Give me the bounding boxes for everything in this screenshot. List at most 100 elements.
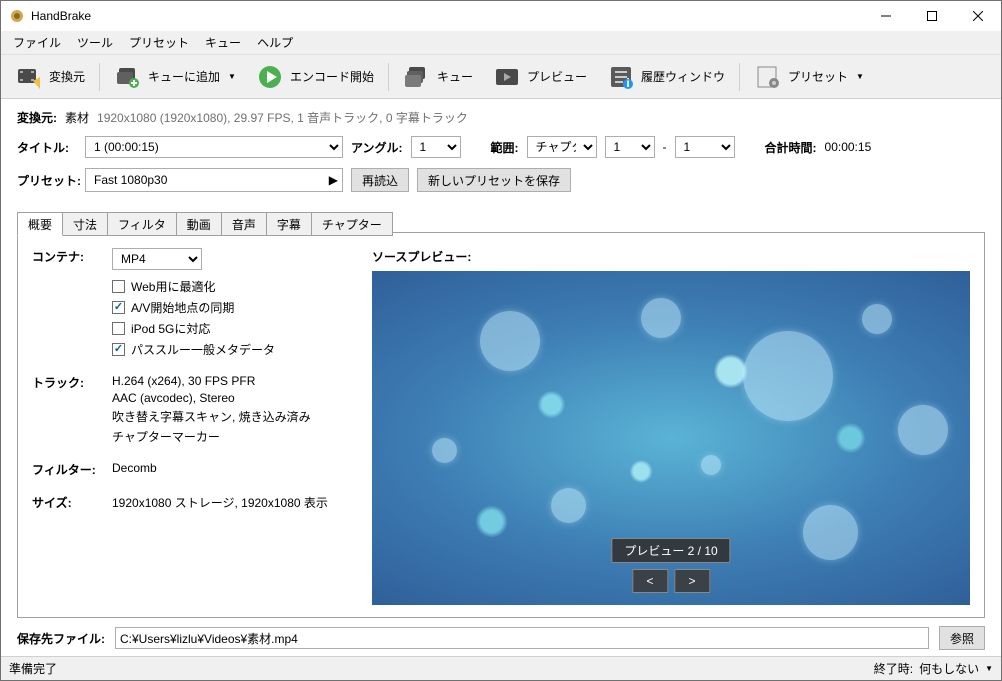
tabs-panel: 概要 寸法 フィルタ 動画 音声 字幕 チャプター コンテナ: MP4 Web用… [17,232,985,618]
queue-button[interactable]: キュー [395,59,481,95]
dropdown-arrow-icon: ▼ [228,72,236,81]
source-name: 素材 [65,109,89,126]
menu-help[interactable]: ヘルプ [249,31,301,54]
menu-preset[interactable]: プリセット [121,31,197,54]
container-label: コンテナ: [32,248,112,265]
queue-icon [403,63,431,91]
source-preview-image[interactable]: プレビュー 2 / 10 < > [372,271,970,605]
maximize-button[interactable] [909,1,955,31]
tab-video[interactable]: 動画 [176,212,222,236]
separator [388,63,389,91]
source-button[interactable]: 変換元 [7,59,93,95]
separator [739,63,740,91]
close-button[interactable] [955,1,1001,31]
separator [99,63,100,91]
track-video: H.264 (x264), 30 FPS PFR [112,374,311,388]
range-end-select[interactable]: 1 [675,136,735,158]
source-info: 1920x1080 (1920x1080), 29.97 FPS, 1 音声トラ… [97,109,468,126]
source-label: 変換元 [49,68,85,85]
start-button[interactable]: エンコード開始 [248,59,382,95]
preview-button[interactable]: プレビュー [485,59,595,95]
source-label: 変換元: [17,109,57,126]
reload-preset-button[interactable]: 再読込 [351,168,409,192]
track-audio: AAC (avcodec), Stereo [112,391,311,405]
summary-right: ソースプレビュー: プレビュー 2 / 10 < > [372,248,970,605]
play-icon [256,63,284,91]
angle-label: アングル: [351,139,403,156]
add-queue-icon [114,63,142,91]
queue-label: キュー [437,68,473,85]
tab-strip: 概要 寸法 フィルタ 動画 音声 字幕 チャプター [17,212,984,236]
filter-value: Decomb [112,461,157,475]
ipod-label: iPod 5Gに対応 [131,320,210,337]
dropdown-arrow-icon: ▼ [985,664,993,673]
duration-label: 合計時間: [765,139,817,156]
track-subtitle: 吹き替え字幕スキャン, 焼き込み済み [112,408,311,425]
tab-audio[interactable]: 音声 [221,212,267,236]
add-queue-label: キューに追加 [148,68,220,85]
tab-subtitle[interactable]: 字幕 [266,212,312,236]
finish-action-select[interactable]: 何もしない ▼ [919,660,993,677]
ipod-checkbox[interactable] [112,322,125,335]
angle-select[interactable]: 1 [411,136,461,158]
preview-overlay: プレビュー 2 / 10 < > [611,538,730,593]
duration-value: 00:00:15 [825,140,872,154]
preview-next-button[interactable]: > [674,569,710,593]
track-label: トラック: [32,374,112,391]
titlebar: HandBrake [1,1,1001,31]
tab-filter[interactable]: フィルタ [107,212,177,236]
passthru-checkbox[interactable] [112,343,125,356]
range-separator: - [663,140,667,154]
output-path-input[interactable] [115,627,929,649]
av-sync-label: A/V開始地点の同期 [131,299,234,316]
add-queue-button[interactable]: キューに追加 ▼ [106,59,244,95]
menu-tool[interactable]: ツール [69,31,121,54]
av-sync-checkbox[interactable] [112,301,125,314]
content: 変換元: 素材 1920x1080 (1920x1080), 29.97 FPS… [1,99,1001,618]
start-label: エンコード開始 [290,68,374,85]
output-row: 保存先ファイル: 参照 [1,618,1001,656]
track-chapter: チャプターマーカー [112,428,311,445]
window-title: HandBrake [31,9,863,23]
preset-label: プリセット: [17,172,77,189]
container-select[interactable]: MP4 [112,248,202,270]
range-label: 範囲: [491,139,519,156]
preset-row: プリセット: Fast 1080p30 ▶ 再読込 新しいプリセットを保存 [17,168,985,192]
activity-button[interactable]: i 履歴ウィンドウ [599,59,733,95]
dropdown-arrow-icon: ▼ [856,72,864,81]
browse-button[interactable]: 参照 [939,626,985,650]
tab-content: コンテナ: MP4 Web用に最適化 A/V開始地点の同期 iPod 5Gに対応… [18,236,984,617]
preset-button[interactable]: プリセット ▼ [746,59,872,95]
range-start-select[interactable]: 1 [605,136,655,158]
range-type-select[interactable]: チャプター [527,136,597,158]
chevron-right-icon: ▶ [329,173,338,187]
film-open-icon [15,63,43,91]
passthru-label: パススルー一般メタデータ [131,341,275,358]
preview-counter: プレビュー 2 / 10 [611,538,730,563]
summary-left: コンテナ: MP4 Web用に最適化 A/V開始地点の同期 iPod 5Gに対応… [32,248,352,605]
menu-file[interactable]: ファイル [5,31,69,54]
preset-value: Fast 1080p30 [94,173,167,187]
status-text: 準備完了 [9,660,57,677]
preset-icon [754,63,782,91]
toolbar: 変換元 キューに追加 ▼ エンコード開始 キュー プレビュー i 履歴ウィンドウ… [1,55,1001,99]
tab-dimensions[interactable]: 寸法 [62,212,108,236]
menu-queue[interactable]: キュー [197,31,249,54]
tab-chapter[interactable]: チャプター [311,212,393,236]
preview-prev-button[interactable]: < [632,569,668,593]
finish-label: 終了時: [874,660,913,677]
web-optimize-checkbox[interactable] [112,280,125,293]
preview-icon [493,63,521,91]
preset-toolbar-label: プリセット [788,68,848,85]
preset-select[interactable]: Fast 1080p30 ▶ [85,168,343,192]
save-preset-button[interactable]: 新しいプリセットを保存 [417,168,571,192]
title-select[interactable]: 1 (00:00:15) [85,136,343,158]
activity-icon: i [607,63,635,91]
minimize-button[interactable] [863,1,909,31]
source-preview-label: ソースプレビュー: [372,248,970,265]
title-label: タイトル: [17,139,77,156]
tab-summary[interactable]: 概要 [17,212,63,236]
web-optimize-label: Web用に最適化 [131,278,215,295]
app-icon [9,8,25,24]
statusbar: 準備完了 終了時: 何もしない ▼ [1,656,1001,680]
